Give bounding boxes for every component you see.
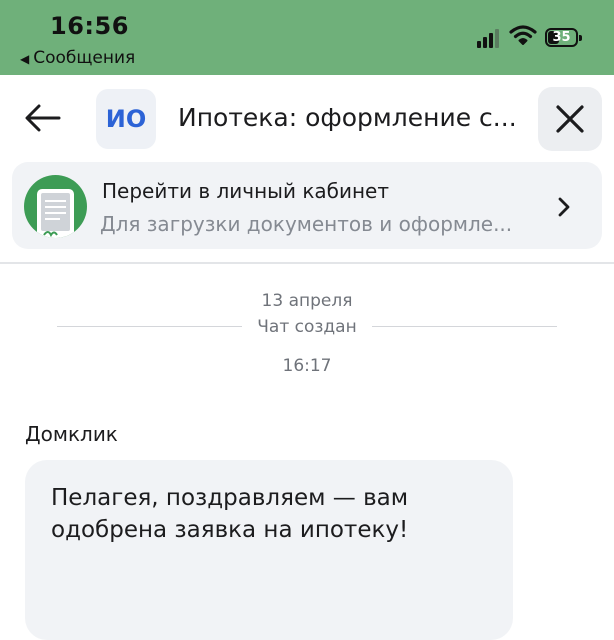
- close-icon: [556, 105, 584, 133]
- signal-bars-icon: [477, 28, 501, 48]
- back-app-label: Сообщения: [33, 48, 136, 68]
- message-text: Пелагея, поздравляем — вам одобрена заяв…: [51, 485, 409, 543]
- message-sender: Домклик: [25, 422, 118, 446]
- chat-title[interactable]: Ипотека: оформление с...: [178, 103, 523, 132]
- battery-icon: 35: [545, 28, 582, 47]
- wifi-icon: [509, 25, 537, 45]
- system-message-label: Чат создан: [257, 317, 357, 337]
- back-triangle-icon: ◀: [20, 52, 30, 66]
- chat-header: ИО Ипотека: оформление с...: [0, 75, 614, 160]
- cabinet-subtitle: Для загрузки документов и оформле...: [100, 212, 513, 236]
- message-bubble[interactable]: Пелагея, поздравляем — вам одобрена заяв…: [25, 460, 513, 640]
- chat-date-label: 13 апреля: [261, 291, 353, 311]
- arrow-left-icon[interactable]: [24, 103, 62, 133]
- system-time-label: 16:17: [282, 356, 332, 376]
- battery-percent: 35: [552, 30, 571, 45]
- close-button[interactable]: [538, 87, 602, 151]
- header-divider: [0, 262, 614, 264]
- status-time: 16:56: [50, 12, 129, 40]
- document-icon: [24, 175, 87, 238]
- back-to-app-link[interactable]: ◀ Сообщения: [20, 48, 135, 68]
- personal-cabinet-banner[interactable]: Перейти в личный кабинет Для загрузки до…: [12, 162, 602, 249]
- status-bar: 16:56 ◀ Сообщения 35: [0, 0, 614, 75]
- chat-avatar[interactable]: ИО: [96, 89, 156, 149]
- cabinet-title: Перейти в личный кабинет: [102, 179, 390, 203]
- chevron-right-icon: [558, 197, 570, 217]
